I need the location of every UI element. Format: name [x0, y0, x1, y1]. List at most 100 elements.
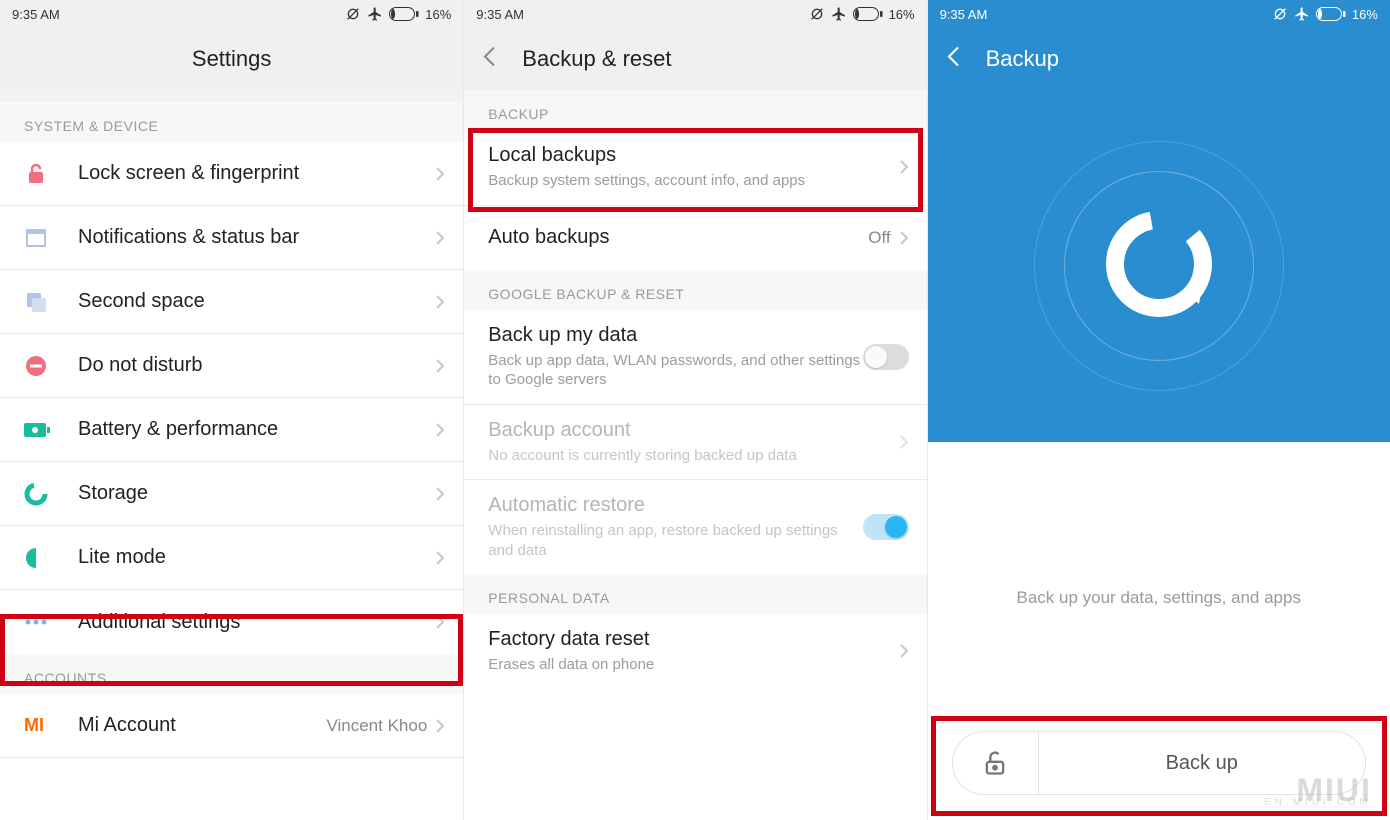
section-header-accounts: ACCOUNTS [0, 654, 463, 694]
battery-perf-icon [24, 420, 78, 440]
notification-bar-icon [24, 226, 78, 250]
lite-mode-icon [24, 546, 78, 570]
vibrate-icon [1272, 6, 1288, 22]
screen-backup: 9:35 AM 16% Backup Back up your data, se… [927, 0, 1390, 820]
chevron-right-icon [899, 159, 909, 175]
settings-list: SYSTEM & DEVICE Lock screen & fingerprin… [0, 102, 463, 820]
row-label: Battery & performance [78, 418, 435, 441]
battery-text: 16% [889, 7, 915, 22]
row-label: Local backups [488, 144, 898, 167]
status-time: 9:35 AM [940, 7, 988, 22]
row-label: Backup account [488, 419, 898, 442]
row-additional-settings[interactable]: Additional settings [0, 590, 463, 654]
vibrate-icon [809, 6, 825, 22]
header-settings: Settings [0, 28, 463, 90]
chevron-right-icon [899, 230, 909, 246]
back-button[interactable] [482, 44, 496, 75]
chevron-right-icon [435, 358, 445, 374]
row-value: Vincent Khoo [326, 716, 427, 736]
backup-reset-list: BACKUP Local backups Backup system setti… [464, 90, 926, 820]
row-backup-my-data[interactable]: Back up my data Back up app data, WLAN p… [464, 310, 926, 405]
airplane-icon [831, 6, 847, 22]
status-bar: 9:35 AM 16% [928, 0, 1390, 28]
storage-icon [24, 482, 78, 506]
row-label: Factory data reset [488, 628, 898, 651]
row-auto-backups[interactable]: Auto backups Off [464, 206, 926, 270]
airplane-icon [1294, 6, 1310, 22]
backup-button-label: Back up [1039, 732, 1365, 794]
backup-hero [928, 90, 1390, 442]
status-icons: 16% [809, 6, 915, 22]
battery-text: 16% [1352, 7, 1378, 22]
more-icon [24, 618, 78, 626]
row-label: Automatic restore [488, 494, 862, 517]
row-label: Mi Account [78, 714, 326, 737]
row-subtitle: When reinstalling an app, restore backed… [488, 521, 862, 560]
row-lock-screen[interactable]: Lock screen & fingerprint [0, 142, 463, 206]
status-time: 9:35 AM [12, 7, 60, 22]
row-label: Storage [78, 482, 435, 505]
status-time: 9:35 AM [476, 7, 524, 22]
row-mi-account[interactable]: MI Mi Account Vincent Khoo [0, 694, 463, 758]
row-label: Second space [78, 290, 435, 313]
row-label: Notifications & status bar [78, 226, 435, 249]
row-lite-mode[interactable]: Lite mode [0, 526, 463, 590]
row-storage[interactable]: Storage [0, 462, 463, 526]
row-do-not-disturb[interactable]: Do not disturb [0, 334, 463, 398]
unlock-icon[interactable] [953, 732, 1039, 794]
lock-icon [24, 162, 78, 186]
section-header-backup: BACKUP [464, 90, 926, 130]
back-button[interactable] [946, 44, 960, 75]
row-label: Auto backups [488, 226, 868, 249]
row-battery-performance[interactable]: Battery & performance [0, 398, 463, 462]
second-space-icon [24, 290, 78, 314]
row-factory-reset[interactable]: Factory data reset Erases all data on ph… [464, 614, 926, 689]
row-label: Additional settings [78, 611, 435, 634]
vibrate-icon [345, 6, 361, 22]
status-icons: 16% [345, 6, 451, 22]
status-bar: 9:35 AM 16% [464, 0, 926, 28]
section-header-personal: PERSONAL DATA [464, 574, 926, 614]
row-subtitle: Erases all data on phone [488, 655, 898, 675]
toggle-backup-my-data[interactable] [863, 344, 909, 370]
row-label: Lock screen & fingerprint [78, 162, 435, 185]
battery-icon [1316, 7, 1346, 21]
row-local-backups[interactable]: Local backups Backup system settings, ac… [464, 130, 926, 206]
row-subtitle: Back up app data, WLAN passwords, and ot… [488, 351, 862, 390]
page-title: Backup [986, 46, 1059, 72]
chevron-right-icon [435, 230, 445, 246]
page-title: Settings [192, 46, 272, 72]
chevron-right-icon [899, 643, 909, 659]
header-backup: Backup [928, 28, 1390, 90]
mi-logo-icon: MI [24, 715, 78, 736]
backup-button[interactable]: Back up [952, 731, 1366, 795]
row-backup-account: Backup account No account is currently s… [464, 405, 926, 481]
battery-icon [389, 7, 419, 21]
row-subtitle: No account is currently storing backed u… [488, 446, 898, 466]
toggle-automatic-restore [863, 514, 909, 540]
chevron-right-icon [435, 718, 445, 734]
page-title: Backup & reset [522, 46, 671, 72]
row-subtitle: Backup system settings, account info, an… [488, 171, 898, 191]
backup-description: Back up your data, settings, and apps [928, 442, 1390, 608]
chevron-right-icon [899, 434, 909, 450]
chevron-right-icon [435, 550, 445, 566]
row-automatic-restore: Automatic restore When reinstalling an a… [464, 480, 926, 574]
chevron-right-icon [435, 294, 445, 310]
chevron-right-icon [435, 422, 445, 438]
chevron-right-icon [435, 166, 445, 182]
status-bar: 9:35 AM 16% [0, 0, 463, 28]
row-notifications[interactable]: Notifications & status bar [0, 206, 463, 270]
dnd-icon [24, 354, 78, 378]
chevron-right-icon [435, 614, 445, 630]
airplane-icon [367, 6, 383, 22]
section-header-system: SYSTEM & DEVICE [0, 102, 463, 142]
chevron-right-icon [435, 486, 445, 502]
row-second-space[interactable]: Second space [0, 270, 463, 334]
row-label: Do not disturb [78, 354, 435, 377]
backup-footer: Back up [928, 706, 1390, 820]
header-backup-reset: Backup & reset [464, 28, 926, 90]
battery-icon [853, 7, 883, 21]
row-label: Back up my data [488, 324, 862, 347]
screen-settings: 9:35 AM 16% Settings SYSTEM & DEVICE [0, 0, 463, 820]
